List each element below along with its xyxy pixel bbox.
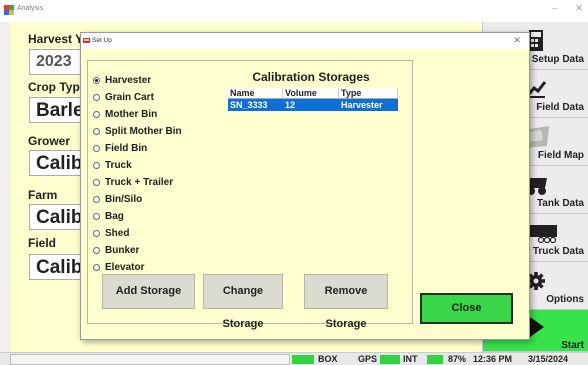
add-storage-button[interactable]: Add Storage	[102, 274, 195, 309]
cell-name: SN_3333	[230, 100, 268, 110]
change-storage-button[interactable]: Change Storage	[203, 274, 283, 330]
radio-button[interactable]	[93, 212, 100, 220]
radio-label: Mother Bin	[105, 108, 158, 120]
radio-label: Bunker	[105, 244, 140, 256]
window-close-button[interactable]: ✕	[572, 3, 586, 14]
radio-option[interactable]: Bin/Silo	[93, 192, 142, 206]
radio-button[interactable]	[93, 93, 100, 101]
radio-label: Grain Cart	[105, 91, 154, 103]
status-message-area	[10, 354, 290, 365]
cell-type: Harvester	[341, 100, 383, 110]
radio-option[interactable]: Bag	[93, 209, 124, 223]
radio-button[interactable]	[93, 144, 100, 152]
box-indicator	[292, 355, 314, 364]
radio-option[interactable]: Truck	[93, 158, 132, 172]
radio-label: Bin/Silo	[105, 193, 143, 205]
calibration-storages-title: Calibration Storages	[252, 70, 370, 84]
nav-label: Start	[561, 340, 584, 351]
calibration-storages-table: Name Volume Type SN_3333 12 Harvester	[228, 88, 398, 112]
radio-option[interactable]: Elevator	[93, 260, 144, 274]
minimize-button[interactable]: –	[548, 3, 562, 13]
app-icon	[4, 5, 14, 15]
farm-label: Farm	[28, 188, 58, 202]
radio-option[interactable]: Grain Cart	[93, 90, 154, 104]
radio-button[interactable]	[93, 246, 100, 254]
box-label: BOX	[318, 354, 338, 364]
close-button[interactable]: Close	[420, 293, 513, 324]
status-bar: BOX GPS INT 87% 12:36 PM 3/15/2024	[0, 352, 588, 365]
radio-label: Field Bin	[105, 142, 148, 154]
setup-dialog: Set Up ✕ Harvester Grain Cart Mother Bin Sp…	[80, 32, 530, 340]
radio-option[interactable]: Mother Bin	[93, 107, 157, 121]
radio-label: Split Mother Bin	[105, 125, 182, 137]
radio-button[interactable]	[93, 195, 100, 203]
table-row[interactable]: SN_3333 12 Harvester	[228, 99, 398, 111]
radio-button[interactable]	[93, 178, 100, 186]
radio-option[interactable]: Split Mother Bin	[93, 124, 182, 138]
radio-option[interactable]: Bunker	[93, 243, 139, 257]
dialog-title: Set Up	[92, 37, 112, 44]
column-header-volume[interactable]: Volume	[283, 88, 339, 99]
column-header-name[interactable]: Name	[228, 88, 283, 99]
int-label: INT	[403, 354, 418, 364]
crop-type-label: Crop Type	[28, 80, 87, 94]
radio-button[interactable]	[93, 110, 100, 118]
gps-indicator	[380, 355, 400, 364]
column-header-type[interactable]: Type	[339, 88, 398, 99]
radio-option[interactable]: Field Bin	[93, 141, 147, 155]
dialog-titlebar: Set Up ✕	[81, 33, 529, 49]
radio-label: Elevator	[105, 261, 145, 273]
int-indicator	[427, 355, 443, 364]
gps-label: GPS	[358, 354, 378, 364]
radio-button[interactable]	[93, 76, 100, 84]
radio-label: Bag	[105, 210, 124, 222]
radio-button[interactable]	[93, 161, 100, 169]
window-titlebar: Analysis – ✕	[0, 0, 588, 22]
grower-label: Grower	[28, 134, 71, 148]
radio-label: Shed	[105, 227, 130, 239]
radio-option[interactable]: Harvester	[93, 73, 151, 87]
dialog-close-icon[interactable]: ✕	[513, 35, 521, 46]
remove-storage-button[interactable]: Remove Storage	[304, 274, 388, 330]
window-title: Analysis	[17, 5, 44, 12]
time-label: 12:36 PM	[473, 354, 513, 364]
cell-volume: 12	[285, 100, 296, 110]
radio-option[interactable]: Truck + Trailer	[93, 175, 173, 189]
field-label: Field	[28, 236, 57, 250]
radio-option[interactable]: Shed	[93, 226, 129, 240]
radio-button[interactable]	[93, 229, 100, 237]
table-header: Name Volume Type	[228, 88, 398, 99]
radio-label: Harvester	[105, 74, 152, 86]
date-label: 3/15/2024	[528, 354, 569, 364]
radio-button[interactable]	[93, 263, 100, 271]
radio-button[interactable]	[93, 127, 100, 135]
radio-label: Truck	[105, 159, 132, 171]
radio-label: Truck + Trailer	[105, 176, 174, 188]
percent-label: 87%	[448, 354, 467, 364]
dialog-app-icon	[83, 38, 90, 43]
